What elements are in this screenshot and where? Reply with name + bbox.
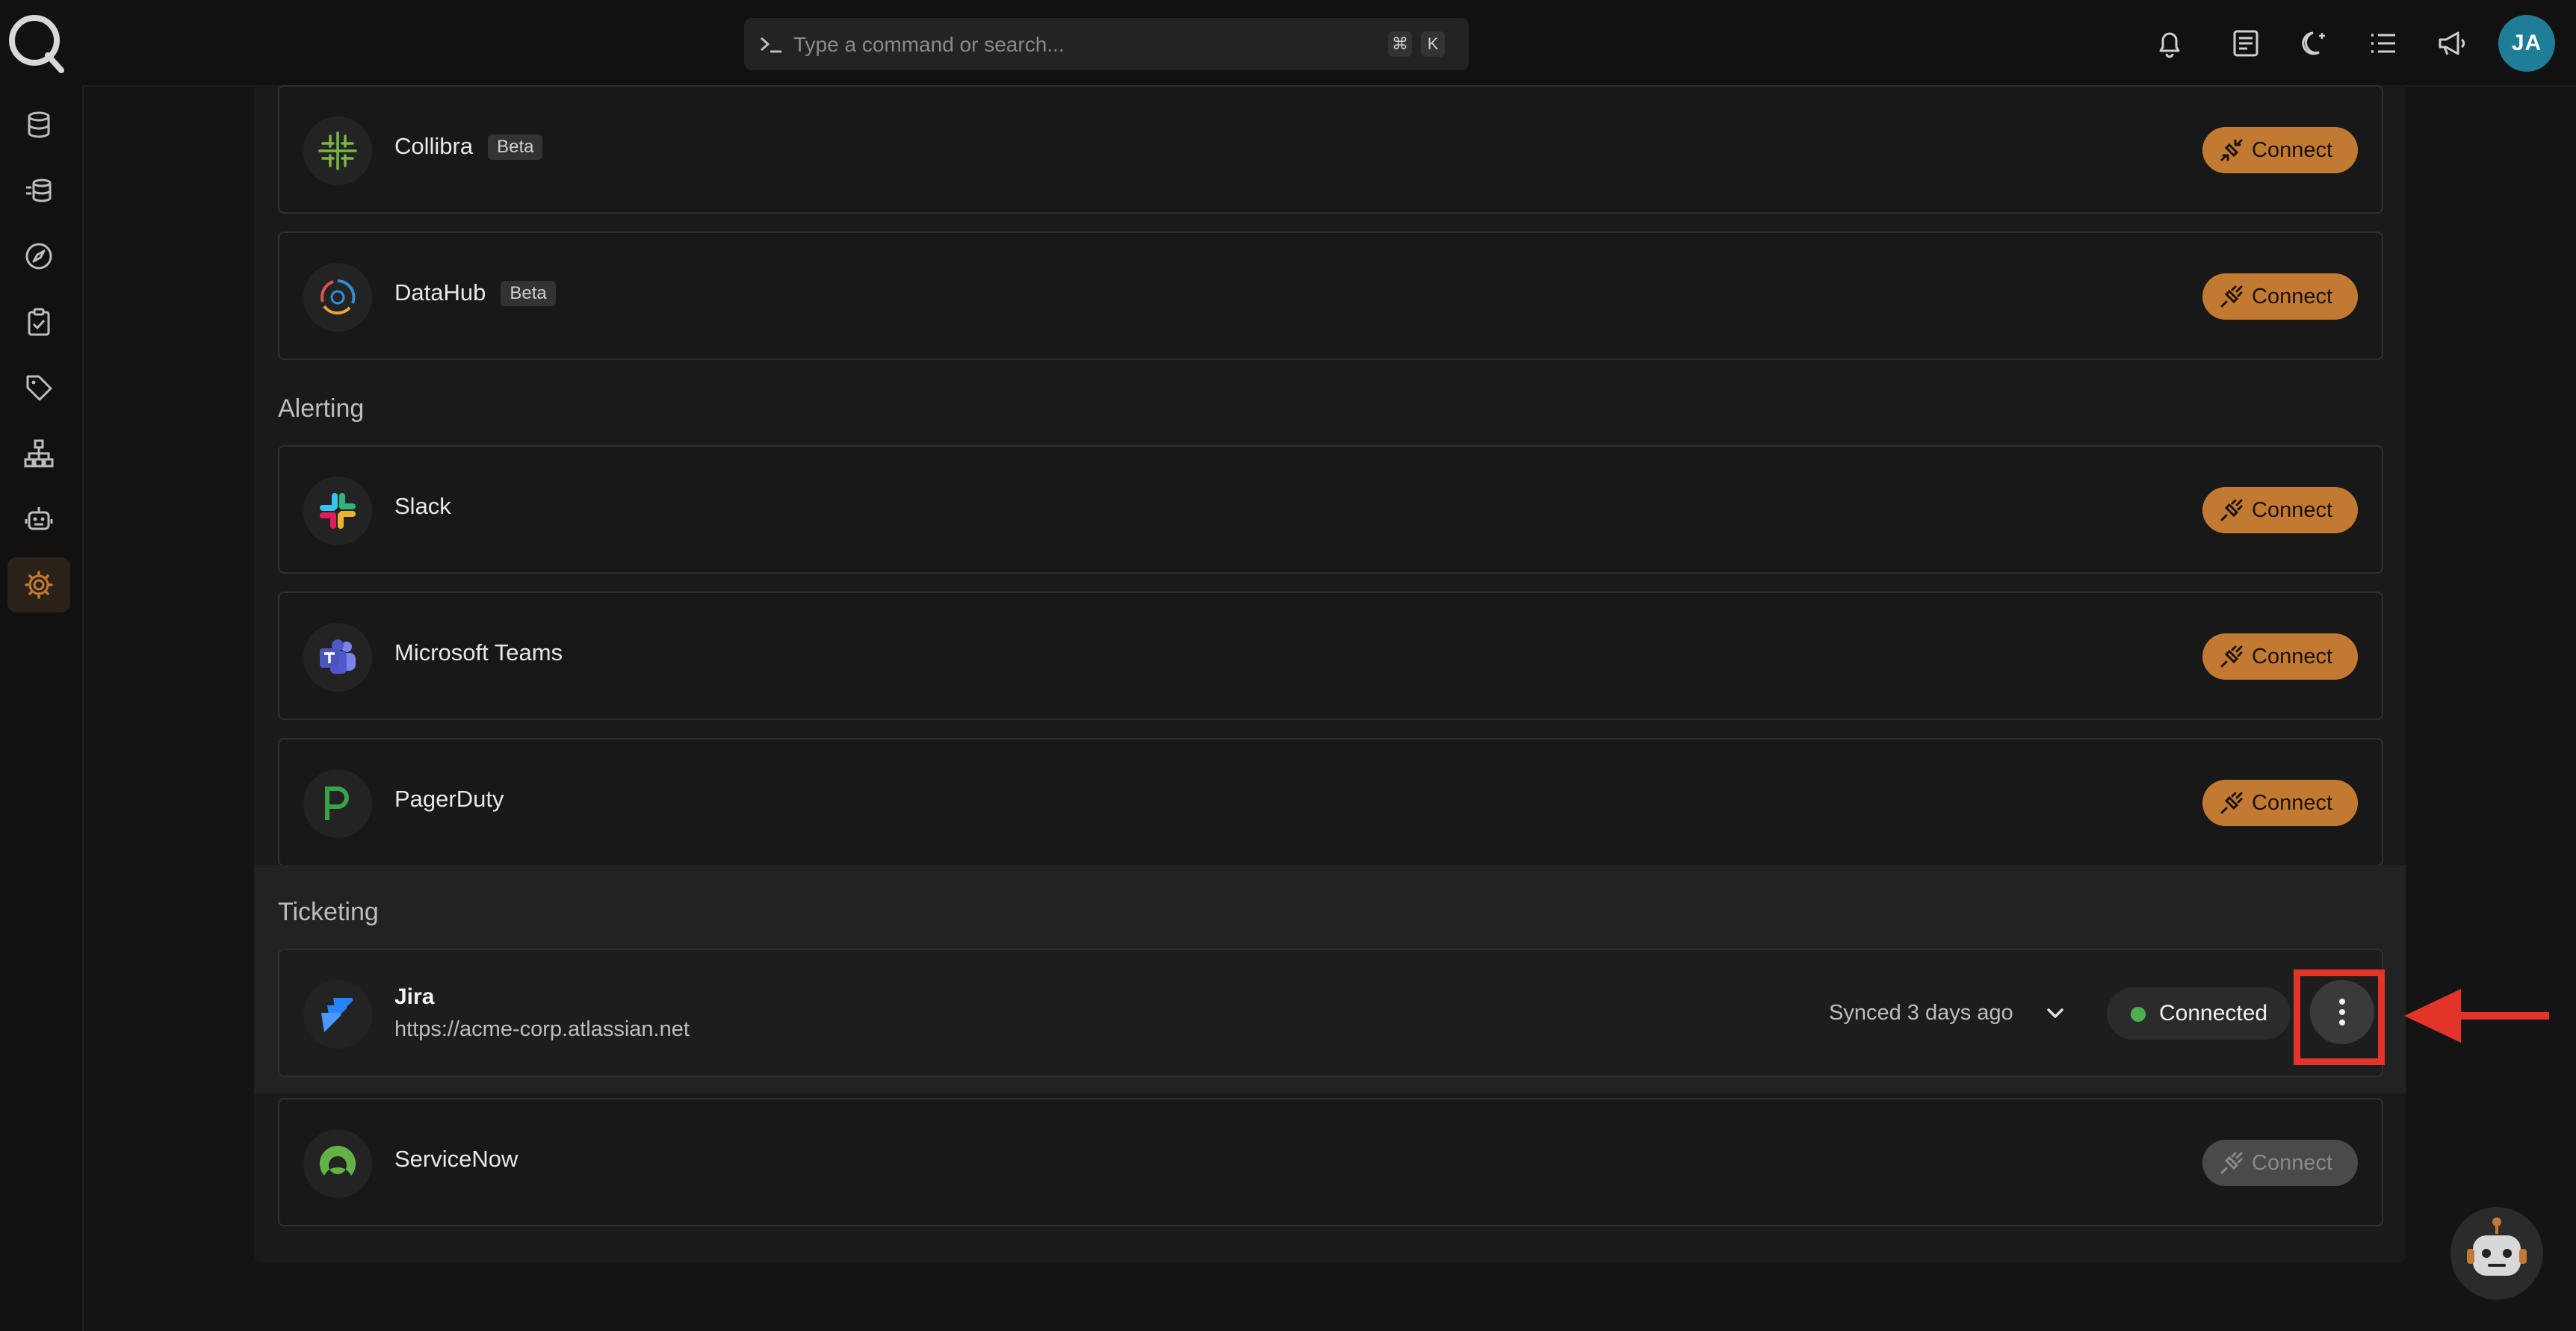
teams-logo bbox=[303, 623, 372, 692]
integration-name: Slack bbox=[394, 493, 451, 519]
robot-icon bbox=[25, 507, 53, 530]
teams-logo-icon bbox=[320, 639, 356, 674]
section-title-alerting: Alerting bbox=[278, 394, 365, 423]
beta-badge: Beta bbox=[488, 134, 543, 160]
plug-icon bbox=[2220, 1152, 2243, 1174]
plug-icon bbox=[2220, 499, 2243, 521]
jira-logo-icon bbox=[321, 998, 353, 1032]
jira-logo bbox=[303, 980, 372, 1049]
list-icon[interactable] bbox=[2367, 27, 2400, 60]
annotation-highlight-box bbox=[2294, 969, 2385, 1065]
status-label: Connected bbox=[2159, 1001, 2268, 1026]
integration-url: https://acme-corp.atlassian.net bbox=[394, 1017, 690, 1041]
tag-icon bbox=[26, 375, 52, 401]
user-avatar[interactable]: JA bbox=[2498, 15, 2555, 72]
clipboard-check-icon bbox=[28, 308, 50, 336]
top-bar: ⌘ K JA bbox=[0, 0, 2576, 87]
database-icon bbox=[28, 111, 50, 138]
connect-button-servicenow[interactable]: Connect bbox=[2202, 1140, 2358, 1186]
section-title-ticketing: Ticketing bbox=[278, 898, 379, 926]
servicenow-logo bbox=[303, 1129, 372, 1198]
sidebar-item-settings[interactable] bbox=[7, 557, 70, 612]
integration-name: Collibra Beta bbox=[394, 133, 543, 160]
slack-logo bbox=[303, 477, 372, 545]
connect-button-slack[interactable]: Connect bbox=[2202, 487, 2358, 533]
integration-card-pagerduty: PagerDuty Connect bbox=[278, 738, 2383, 866]
annotation-arrow-icon bbox=[2404, 989, 2549, 1043]
sidebar-item-datasets[interactable] bbox=[7, 97, 70, 152]
left-sidebar bbox=[0, 85, 84, 1331]
plug-icon bbox=[2220, 285, 2243, 308]
data-source-icon bbox=[26, 179, 52, 202]
plug-icon bbox=[2220, 792, 2243, 814]
collibra-logo bbox=[303, 117, 372, 185]
integration-card-slack: Slack Connect bbox=[278, 445, 2383, 574]
assistant-bot-button[interactable] bbox=[2450, 1207, 2543, 1300]
gear-icon bbox=[25, 571, 53, 599]
robot-icon bbox=[2467, 1217, 2527, 1276]
hierarchy-icon bbox=[24, 439, 54, 468]
moon-stars-icon[interactable] bbox=[2298, 27, 2331, 60]
integration-name: PagerDuty bbox=[394, 786, 504, 812]
integration-name: Microsoft Teams bbox=[394, 639, 563, 666]
document-icon[interactable] bbox=[2229, 27, 2262, 60]
sidebar-item-agents[interactable] bbox=[7, 491, 70, 547]
integration-card-microsoft-teams: Microsoft Teams Connect bbox=[278, 592, 2383, 720]
connected-status-badge: Connected bbox=[2107, 987, 2291, 1040]
search-input[interactable] bbox=[792, 25, 1363, 64]
integration-card-collibra: Collibra Beta Connect bbox=[278, 85, 2383, 214]
bell-icon[interactable] bbox=[2153, 27, 2186, 60]
connect-button-datahub[interactable]: Connect bbox=[2202, 273, 2358, 320]
datahub-logo bbox=[303, 263, 372, 332]
pagerduty-logo-icon bbox=[325, 786, 349, 820]
connect-button-microsoft-teams[interactable]: Connect bbox=[2202, 633, 2358, 680]
sidebar-item-explore[interactable] bbox=[7, 229, 70, 284]
pagerduty-logo bbox=[303, 769, 372, 838]
integration-card-jira: Jira https://acme-corp.atlassian.net Syn… bbox=[278, 949, 2383, 1077]
compass-icon bbox=[25, 243, 52, 270]
beta-badge: Beta bbox=[501, 281, 556, 306]
app-logo[interactable] bbox=[6, 10, 66, 73]
shortcut-key-cmd: ⌘ bbox=[1388, 31, 1412, 57]
datahub-logo-icon bbox=[321, 279, 356, 315]
command-search[interactable]: ⌘ K bbox=[744, 18, 1469, 70]
sidebar-item-sources[interactable] bbox=[7, 163, 70, 218]
slack-logo-icon bbox=[320, 493, 356, 529]
integration-name: DataHub Beta bbox=[394, 279, 556, 306]
sidebar-item-checks[interactable] bbox=[7, 294, 70, 350]
integration-name: ServiceNow bbox=[394, 1146, 518, 1172]
chevron-down-icon[interactable] bbox=[2043, 1001, 2068, 1026]
plug-icon bbox=[2220, 139, 2243, 161]
sidebar-item-tags[interactable] bbox=[7, 360, 70, 415]
integration-name: Jira bbox=[394, 984, 435, 1009]
plug-icon bbox=[2220, 645, 2243, 668]
integration-card-datahub: DataHub Beta Connect bbox=[278, 232, 2383, 360]
sidebar-item-lineage[interactable] bbox=[7, 426, 70, 481]
servicenow-logo-icon bbox=[319, 1145, 356, 1176]
integration-card-servicenow: ServiceNow Connect bbox=[278, 1098, 2383, 1226]
status-dot bbox=[2131, 1007, 2146, 1022]
connect-button-pagerduty[interactable]: Connect bbox=[2202, 780, 2358, 826]
collibra-logo-icon bbox=[318, 131, 357, 170]
terminal-prompt-icon bbox=[761, 37, 781, 53]
shortcut-key-k: K bbox=[1421, 31, 1445, 57]
megaphone-icon[interactable] bbox=[2436, 27, 2468, 60]
sync-status: Synced 3 days ago bbox=[1829, 1001, 2013, 1025]
connect-button-collibra[interactable]: Connect bbox=[2202, 127, 2358, 173]
